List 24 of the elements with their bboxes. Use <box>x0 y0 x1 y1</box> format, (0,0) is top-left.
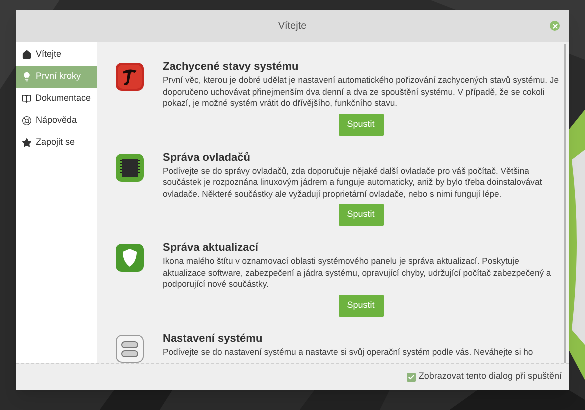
lifebuoy-icon <box>22 116 32 126</box>
chip-icon <box>115 152 145 182</box>
house-icon <box>22 50 32 60</box>
section-description: Ikona malého štítu v oznamovací oblasti systémového panelu je správa aktualizací. Poskytuje aktualizace software, zabezpečení a jádra systému, opravující chyby, udržující počítač zabezpečený a podporující nové součástky. <box>163 256 552 290</box>
checkbox[interactable] <box>406 372 416 382</box>
lightbulb-icon <box>22 72 32 82</box>
sidebar-item[interactable]: Zapojit se <box>16 132 97 154</box>
sidebar-item[interactable]: Vítejte <box>16 44 97 66</box>
section-description: Podívejte se do nastavení systému a nastavte si svůj operační systém podle vás. Neváhejte si ho <box>163 346 534 358</box>
section-title: Správa ovladačů <box>163 150 252 164</box>
section-title: Zachycené stavy systému <box>163 60 300 74</box>
shield-icon <box>115 243 145 273</box>
section-description: Podívejte se do správy ovladačů, zda doporučuje nějaké další ovladače pro váš počítač. Většina součástek je rozpoznána linuxovým jádrem a funguje automaticky, aniž by bylo třeba doinstalovávat ovladače. Některé součástky ale vyžadují proprietární ovladače, nebo s nimi fungují lépe. <box>163 166 544 200</box>
section-description: První věc, kterou je dobré udělat je nastavení automatického pořizování zachycených stavů systému. Je doporučeno uchovávat přinejmenším dva denní a dva ze spouštění systému. V případě, že se cokoli pokazí, je možné systém vrátit do dřívějšího, funkčního stavu. <box>163 75 559 110</box>
book-icon <box>22 94 32 104</box>
close-button[interactable] <box>550 21 560 31</box>
snapshot-app-icon <box>115 62 145 92</box>
sidebar-item[interactable]: Dokumentace <box>16 88 97 110</box>
checkbox-label: Zobrazovat tento dialog při spuštění <box>418 370 562 384</box>
window-title: Vítejte <box>278 20 307 34</box>
section-title: Nastavení systému <box>163 332 264 346</box>
star-icon <box>22 138 32 148</box>
sidebar-item[interactable]: Nápověda <box>16 110 97 132</box>
section-title: Správa aktualizací <box>163 241 260 255</box>
